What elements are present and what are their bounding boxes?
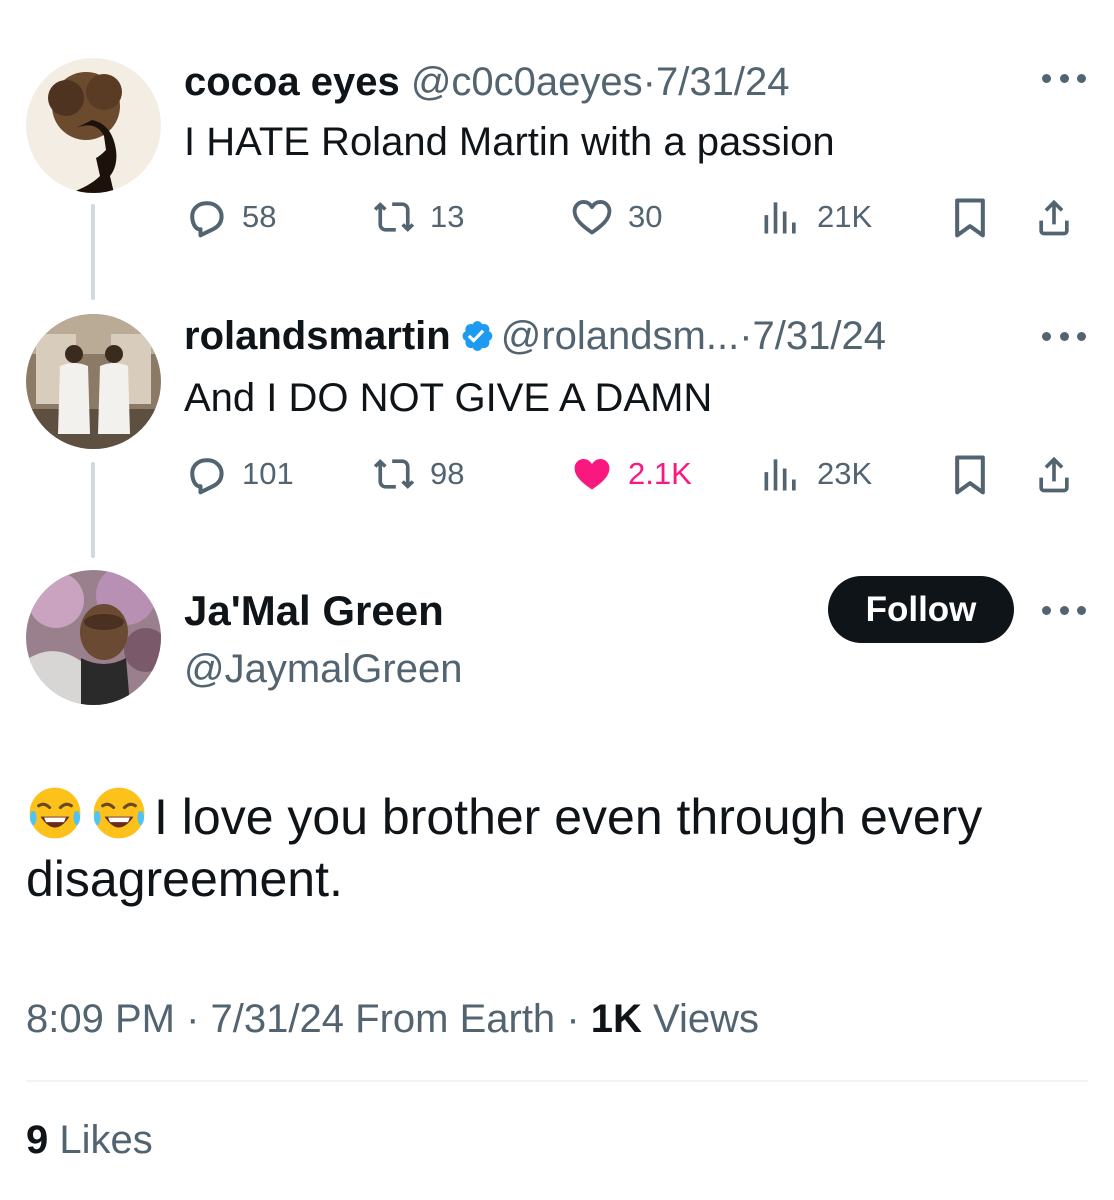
bookmark-button[interactable] [948, 193, 1006, 241]
likes-label: Likes [59, 1118, 153, 1162]
avatar-photo-image [26, 570, 161, 705]
likes-summary[interactable]: 9 Likes [26, 1115, 153, 1165]
likes-count: 9 [26, 1118, 49, 1162]
retweet-button[interactable]: 13 [372, 193, 464, 241]
tweet-text: And I DO NOT GIVE A DAMN [184, 376, 713, 420]
like-button[interactable]: 2.1K [570, 450, 692, 498]
more-icon[interactable] [1042, 72, 1086, 84]
retweet-icon [373, 202, 415, 232]
author-name[interactable]: rolandsmartin [184, 314, 451, 358]
divider [26, 1080, 1088, 1082]
laughing-emoji [93, 787, 145, 839]
tweet-meta: 8:09 PM · 7/31/24 From Earth · 1K Views [26, 994, 759, 1044]
tweet-header: cocoa eyes @c0c0aeyes·7/31/24 [184, 58, 789, 106]
share-button[interactable] [1032, 450, 1090, 498]
views-count: 1K [590, 997, 642, 1041]
author-handle[interactable]: @JaymalGreen [184, 644, 462, 694]
like-icon-filled [574, 458, 610, 490]
separator: · [642, 60, 656, 104]
reply-count: 58 [242, 199, 277, 234]
views-button[interactable]: 21K [759, 193, 872, 241]
main-tweet-text: I love you brother even through every di… [26, 784, 1086, 910]
tweet-date[interactable]: 7/31/24 [753, 314, 886, 358]
share-icon [1039, 456, 1069, 493]
tweet-date[interactable]: 7/31/24 [211, 997, 344, 1041]
tweet-actions: 101 98 2.1K 23K [184, 450, 1084, 498]
views-icon [764, 459, 796, 491]
retweet-count: 98 [430, 456, 465, 491]
tweet-date[interactable]: 7/31/24 [656, 60, 789, 104]
reply-count: 101 [242, 456, 294, 491]
views-icon [764, 202, 796, 234]
separator: · [186, 997, 200, 1041]
reply-icon [190, 201, 224, 238]
more-icon[interactable] [1042, 330, 1086, 342]
tweet-source: From Earth [355, 997, 556, 1041]
reply-icon [190, 458, 224, 495]
separator: · [739, 314, 753, 358]
tweet-header: rolandsmartin @rolandsm...·7/31/24 [184, 312, 886, 360]
bookmark-icon [955, 455, 985, 495]
share-icon [1039, 199, 1069, 236]
like-count: 30 [628, 199, 663, 234]
views-count: 21K [817, 199, 873, 234]
reply-button[interactable]: 58 [184, 193, 276, 241]
main-tweet-body: I love you brother even through every di… [26, 789, 983, 907]
retweet-icon [373, 459, 415, 489]
like-button[interactable]: 30 [570, 193, 662, 241]
bookmark-button[interactable] [948, 450, 1006, 498]
thread-line [91, 204, 95, 300]
separator: · [566, 997, 580, 1041]
avatar-jamal-green[interactable] [26, 570, 161, 705]
avatar-photo-image [26, 314, 161, 449]
share-button[interactable] [1032, 193, 1090, 241]
bookmark-icon [955, 198, 985, 238]
avatar-cocoa-eyes[interactable] [26, 58, 161, 193]
avatar-silhouette-image [26, 58, 161, 193]
views-label: Views [653, 997, 760, 1041]
laughing-emoji [29, 787, 81, 839]
author-handle[interactable]: @c0c0aeyes [411, 60, 643, 104]
views-button[interactable]: 23K [759, 450, 872, 498]
tweet-actions: 58 13 30 21K [184, 193, 1084, 241]
follow-button[interactable]: Follow [828, 576, 1014, 643]
tweet-text: I HATE Roland Martin with a passion [184, 120, 835, 164]
tweet-time[interactable]: 8:09 PM [26, 997, 175, 1041]
views-count: 23K [817, 456, 873, 491]
like-count: 2.1K [628, 456, 692, 491]
author-name[interactable]: Ja'Mal Green [184, 586, 444, 636]
retweet-count: 13 [430, 199, 465, 234]
retweet-button[interactable]: 98 [372, 450, 464, 498]
more-icon[interactable] [1042, 604, 1086, 616]
reply-button[interactable]: 101 [184, 450, 294, 498]
thread-line [91, 462, 95, 558]
avatar-rolandsmartin[interactable] [26, 314, 161, 449]
author-name[interactable]: cocoa eyes [184, 60, 400, 104]
verified-icon [462, 321, 493, 351]
like-icon [572, 200, 612, 235]
author-handle[interactable]: @rolandsm... [501, 314, 739, 358]
